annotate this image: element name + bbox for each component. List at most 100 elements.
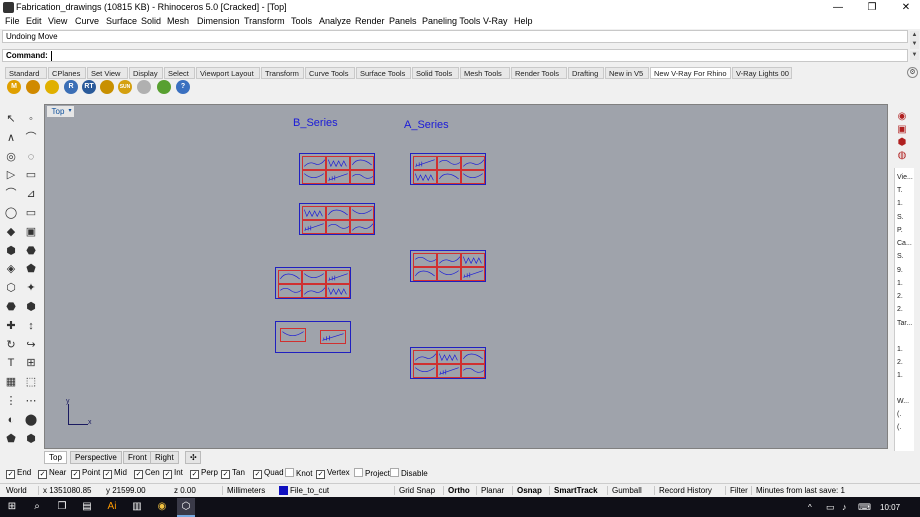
command-line[interactable]: Command: <box>2 49 908 62</box>
right-panel-item[interactable]: W... <box>897 398 909 405</box>
osnap-toggle[interactable]: Osnap <box>512 486 542 495</box>
nested-part[interactable] <box>326 284 350 298</box>
nested-part[interactable] <box>413 350 437 364</box>
search-icon[interactable]: ⌕ <box>31 501 43 513</box>
minimize-button[interactable]: — <box>824 0 852 15</box>
menu-paneling-tools[interactable]: Paneling Tools <box>422 16 480 26</box>
b-sheet-3[interactable] <box>275 267 351 299</box>
osnap-checkbox[interactable]: ✓ <box>38 470 47 479</box>
osnap-checkbox[interactable] <box>390 468 399 477</box>
osnap-checkbox[interactable] <box>285 468 294 477</box>
nested-part[interactable] <box>302 284 326 298</box>
nested-part[interactable] <box>326 270 350 284</box>
chrome-icon[interactable]: ◉ <box>156 501 168 513</box>
properties-icon[interactable]: ◉ <box>896 111 908 122</box>
menu-surface[interactable]: Surface <box>106 16 137 26</box>
toolbar-tab-render-tools[interactable]: Render Tools <box>511 67 567 79</box>
menu-transform[interactable]: Transform <box>244 16 285 26</box>
nested-part[interactable] <box>437 170 461 184</box>
fillet-icon[interactable]: ⬟ <box>24 262 38 276</box>
grid-icon[interactable]: ▦ <box>4 375 18 389</box>
nested-part[interactable] <box>461 170 485 184</box>
right-panel-item[interactable]: S. <box>897 253 904 260</box>
right-panel-item[interactable]: Vie... <box>897 174 913 181</box>
right-panel-item[interactable]: 1. <box>897 280 903 287</box>
vray-tool-8-icon[interactable] <box>137 80 151 94</box>
cage-icon[interactable]: ⬡ <box>4 281 18 295</box>
close-button[interactable]: ✕ <box>892 0 920 15</box>
right-panel-item[interactable]: S. <box>897 214 904 221</box>
ellipse-icon[interactable]: ◌ <box>24 150 38 164</box>
toolbar-tab-solid-tools[interactable]: Solid Tools <box>412 67 459 79</box>
nested-part[interactable] <box>326 206 350 220</box>
patch-icon[interactable]: ⬢ <box>24 300 38 314</box>
right-panel-item[interactable]: Tar... <box>897 320 912 327</box>
nested-part[interactable] <box>302 170 326 184</box>
osnap-project[interactable]: Project <box>354 468 390 478</box>
right-panel-item[interactable]: 1. <box>897 372 903 379</box>
current-layer[interactable]: File_to_cut <box>290 486 329 495</box>
vray-tool-1-icon[interactable]: M <box>7 80 21 94</box>
taskbar-clock[interactable]: 10:07 <box>880 503 900 512</box>
toolbar-tab-new-in-v5[interactable]: New in V5 <box>605 67 649 79</box>
osnap-cen[interactable]: ✓ Cen <box>134 468 160 479</box>
nested-part[interactable] <box>437 253 461 267</box>
nested-part[interactable] <box>461 156 485 170</box>
volume-icon[interactable]: ♪ <box>842 502 847 512</box>
vray-tool-10-icon[interactable]: ? <box>176 80 190 94</box>
polyline-icon[interactable]: ∧ <box>4 131 18 145</box>
viewport-tab-right[interactable]: Right <box>150 451 179 464</box>
vray-tool-4-icon[interactable]: R <box>64 80 78 94</box>
menu-dimension[interactable]: Dimension <box>197 16 240 26</box>
osnap-checkbox[interactable]: ✓ <box>190 470 199 479</box>
mesh-icon[interactable]: ⬢ <box>4 244 18 258</box>
osnap-int[interactable]: ✓ Int <box>163 468 183 479</box>
rotate-icon[interactable]: ↻ <box>4 338 18 352</box>
nested-part[interactable] <box>437 364 461 378</box>
explorer-folder-icon[interactable]: ▥ <box>131 501 143 513</box>
osnap-checkbox[interactable]: ✓ <box>6 470 15 479</box>
toolbar-options-icon[interactable]: ⚙ <box>907 67 918 78</box>
sweep-icon[interactable]: ✦ <box>24 281 38 295</box>
nested-part[interactable] <box>461 253 485 267</box>
nested-part[interactable] <box>437 156 461 170</box>
nested-part[interactable] <box>413 267 437 281</box>
vray-tool-3-icon[interactable] <box>45 80 59 94</box>
right-panel-item[interactable]: T. <box>897 187 902 194</box>
toolbar-tab-drafting[interactable]: Drafting <box>568 67 604 79</box>
osnap-point[interactable]: ✓ Point <box>71 468 100 479</box>
boolean-icon[interactable]: ◈ <box>4 262 18 276</box>
right-panel-item[interactable]: 1. <box>897 200 903 207</box>
osnap-checkbox[interactable] <box>354 468 363 477</box>
osnap-checkbox[interactable]: ✓ <box>134 470 143 479</box>
osnap-near[interactable]: ✓ Near <box>38 468 66 479</box>
b-sheet-2[interactable] <box>299 203 375 235</box>
menu-solid[interactable]: Solid <box>141 16 161 26</box>
menu-mesh[interactable]: Mesh <box>167 16 189 26</box>
osnap-checkbox[interactable]: ✓ <box>163 470 172 479</box>
nested-part[interactable] <box>320 330 346 344</box>
osnap-checkbox[interactable]: ✓ <box>103 470 112 479</box>
render-icon[interactable]: ◐ <box>4 413 18 427</box>
filter-toggle[interactable]: Filter <box>725 486 748 495</box>
nested-part[interactable] <box>413 156 437 170</box>
planar-toggle[interactable]: Planar <box>476 486 504 495</box>
b-sheet-4[interactable] <box>275 321 351 353</box>
viewport-tab-front[interactable]: Front <box>123 451 152 464</box>
arc-icon[interactable]: ⌒ <box>4 187 18 201</box>
nested-part[interactable] <box>326 156 350 170</box>
toolbar-tab-surface-tools[interactable]: Surface Tools <box>356 67 411 79</box>
nested-part[interactable] <box>278 270 302 284</box>
hatch-icon[interactable]: ⋯ <box>24 394 38 408</box>
osnap-checkbox[interactable]: ✓ <box>253 470 262 479</box>
viewport-menu-arrow-icon[interactable]: ▾ <box>66 106 74 117</box>
nested-part[interactable] <box>278 284 302 298</box>
rectangle-icon[interactable]: ▭ <box>24 168 38 182</box>
toolbar-tab-transform[interactable]: Transform <box>261 67 304 79</box>
menu-render[interactable]: Render <box>355 16 385 26</box>
rhino-icon[interactable]: ⬡ <box>180 501 192 513</box>
osnap-end[interactable]: ✓ End <box>6 468 31 479</box>
right-panel-item[interactable]: Ca... <box>897 240 912 247</box>
osnap-knot[interactable]: Knot <box>285 468 312 478</box>
osnap-checkbox[interactable]: ✓ <box>221 470 230 479</box>
